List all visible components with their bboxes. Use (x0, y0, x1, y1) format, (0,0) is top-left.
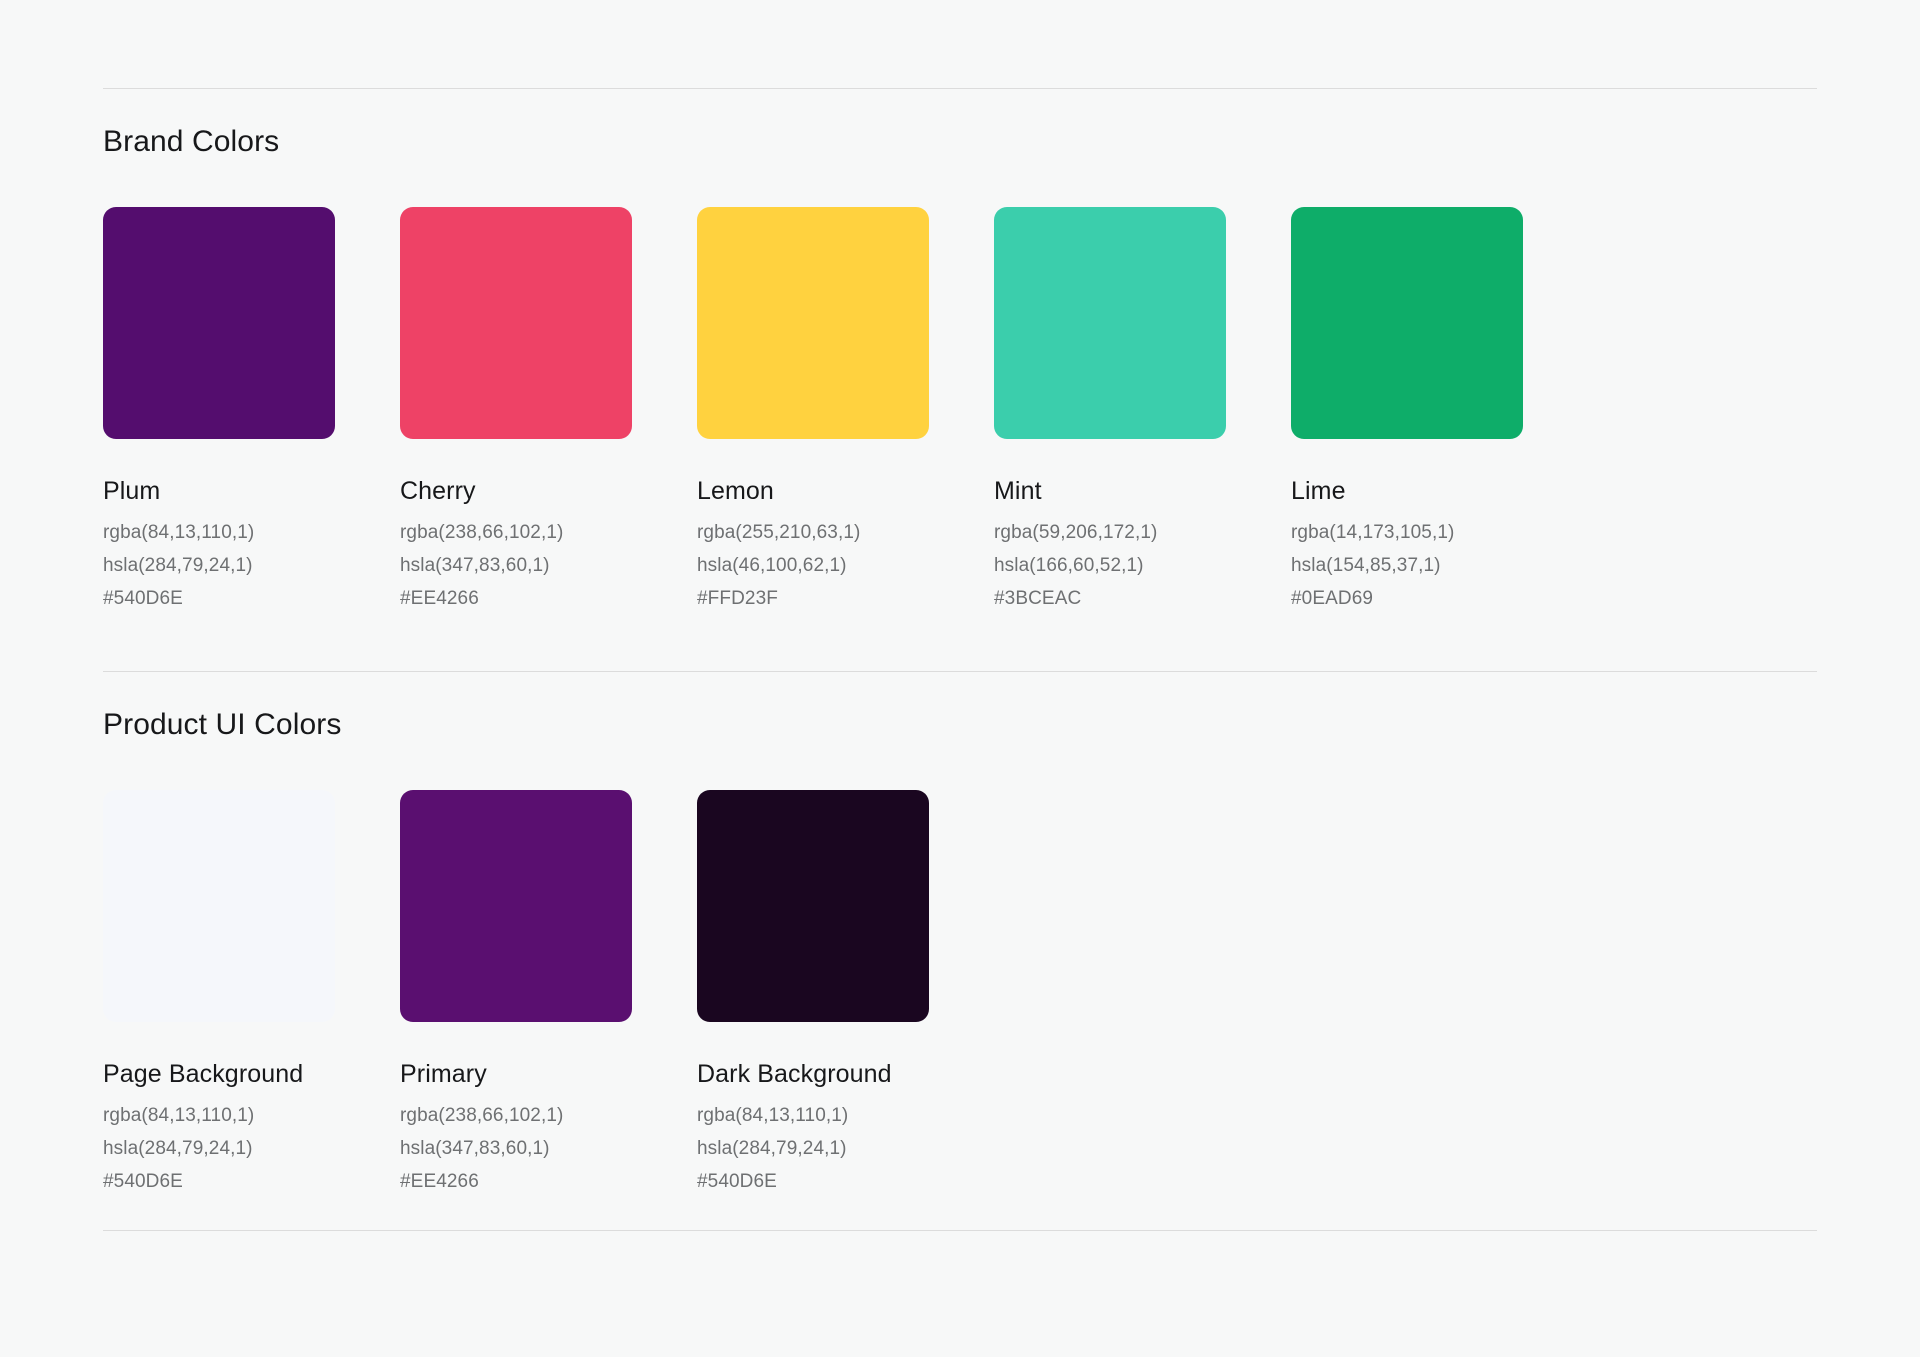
swatch-value-hsla: hsla(284,79,24,1) (103, 554, 253, 576)
section-product-ui-colors: Product UI Colors Page Background rgba(8… (103, 672, 1817, 1230)
swatch-value-hsla: hsla(284,79,24,1) (103, 1138, 253, 1160)
swatch-value-rgba: rgba(59,206,172,1) (994, 522, 1158, 544)
swatch-values: rgba(255,210,63,1) hsla(46,100,62,1) #FF… (697, 520, 994, 611)
swatch-name: Lime (1291, 477, 1346, 505)
swatch-values: rgba(14,173,105,1) hsla(154,85,37,1) #0E… (1291, 520, 1588, 611)
swatch-value-hex: #EE4266 (400, 1170, 479, 1192)
swatch-value-hsla: hsla(166,60,52,1) (994, 554, 1144, 576)
swatch-card[interactable]: Lemon rgba(255,210,63,1) hsla(46,100,62,… (697, 207, 994, 611)
swatch-value-hsla: hsla(284,79,24,1) (697, 1138, 847, 1160)
swatch-value-hex: #EE4266 (400, 587, 479, 609)
swatch-name: Mint (994, 477, 1042, 505)
section-divider-bottom (103, 1230, 1817, 1232)
swatch-values: rgba(84,13,110,1) hsla(284,79,24,1) #540… (697, 1103, 994, 1194)
color-chip[interactable] (697, 790, 929, 1023)
section-title-product-ui-colors: Product UI Colors (103, 708, 342, 742)
swatch-value-hex: #540D6E (103, 1170, 183, 1192)
swatch-card[interactable]: Primary rgba(238,66,102,1) hsla(347,83,6… (400, 790, 697, 1194)
swatch-value-rgba: rgba(84,13,110,1) (697, 1105, 849, 1127)
swatch-value-hsla: hsla(347,83,60,1) (400, 1138, 550, 1160)
swatch-card[interactable]: Plum rgba(84,13,110,1) hsla(284,79,24,1)… (103, 207, 400, 611)
swatch-name: Lemon (697, 477, 774, 505)
swatch-name: Dark Background (697, 1060, 892, 1089)
swatch-value-hex: #3BCEAC (994, 587, 1082, 609)
top-spacer (103, 0, 1817, 88)
swatch-card[interactable]: Dark Background rgba(84,13,110,1) hsla(2… (697, 790, 994, 1194)
swatch-value-hex: #540D6E (697, 1170, 777, 1192)
swatch-grid-product-ui-colors: Page Background rgba(84,13,110,1) hsla(2… (103, 790, 1817, 1194)
swatch-card[interactable]: Lime rgba(14,173,105,1) hsla(154,85,37,1… (1291, 207, 1588, 611)
swatch-name: Plum (103, 477, 161, 505)
color-chip[interactable] (103, 790, 335, 1023)
color-chip[interactable] (1291, 207, 1523, 439)
section-title-brand-colors: Brand Colors (103, 125, 280, 158)
swatch-value-rgba: rgba(238,66,102,1) (400, 522, 564, 544)
swatch-card[interactable]: Cherry rgba(238,66,102,1) hsla(347,83,60… (400, 207, 697, 611)
swatch-value-hsla: hsla(46,100,62,1) (697, 554, 847, 576)
swatch-value-rgba: rgba(238,66,102,1) (400, 1105, 564, 1127)
swatch-values: rgba(238,66,102,1) hsla(347,83,60,1) #EE… (400, 520, 697, 611)
swatch-value-hsla: hsla(347,83,60,1) (400, 554, 550, 576)
color-chip[interactable] (400, 790, 632, 1023)
swatch-values: rgba(59,206,172,1) hsla(166,60,52,1) #3B… (994, 520, 1291, 611)
swatch-value-rgba: rgba(255,210,63,1) (697, 522, 861, 544)
swatch-values: rgba(238,66,102,1) hsla(347,83,60,1) #EE… (400, 1103, 697, 1194)
color-chip[interactable] (994, 207, 1226, 439)
page-content: Brand Colors Plum rgba(84,13,110,1) hsla… (0, 0, 1920, 1232)
swatch-card[interactable]: Page Background rgba(84,13,110,1) hsla(2… (103, 790, 400, 1194)
swatch-values: rgba(84,13,110,1) hsla(284,79,24,1) #540… (103, 1103, 400, 1194)
swatch-name: Page Background (103, 1060, 304, 1089)
swatch-card[interactable]: Mint rgba(59,206,172,1) hsla(166,60,52,1… (994, 207, 1291, 611)
section-brand-colors: Brand Colors Plum rgba(84,13,110,1) hsla… (103, 89, 1817, 671)
swatch-value-hex: #0EAD69 (1291, 587, 1374, 609)
color-chip[interactable] (400, 207, 632, 439)
swatch-name: Cherry (400, 477, 476, 505)
swatch-grid-brand-colors: Plum rgba(84,13,110,1) hsla(284,79,24,1)… (103, 207, 1817, 611)
color-chip[interactable] (103, 207, 335, 439)
swatch-value-rgba: rgba(84,13,110,1) (103, 1105, 255, 1127)
swatch-value-hsla: hsla(154,85,37,1) (1291, 554, 1441, 576)
color-chip[interactable] (697, 207, 929, 439)
color-palette-page: Brand Colors Plum rgba(84,13,110,1) hsla… (0, 0, 1920, 1357)
swatch-value-hex: #FFD23F (697, 587, 778, 609)
swatch-name: Primary (400, 1060, 487, 1089)
swatch-values: rgba(84,13,110,1) hsla(284,79,24,1) #540… (103, 520, 400, 611)
swatch-value-hex: #540D6E (103, 587, 183, 609)
swatch-value-rgba: rgba(84,13,110,1) (103, 522, 255, 544)
swatch-value-rgba: rgba(14,173,105,1) (1291, 522, 1455, 544)
